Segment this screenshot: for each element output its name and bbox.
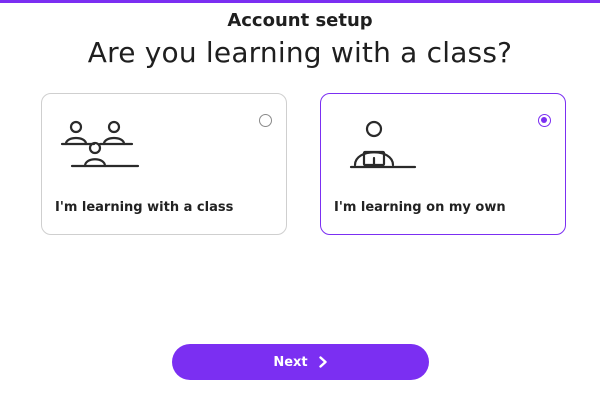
option-card-own[interactable]: I'm learning on my own <box>320 93 566 235</box>
radio-class[interactable] <box>259 114 272 127</box>
option-card-class[interactable]: I'm learning with a class <box>41 93 287 235</box>
top-accent-bar <box>0 0 600 3</box>
class-illustration-icon <box>60 120 140 168</box>
next-button[interactable]: Next <box>172 344 429 380</box>
option-label-own: I'm learning on my own <box>334 200 506 215</box>
next-button-label: Next <box>273 354 308 370</box>
solo-learner-illustration-icon <box>349 120 417 169</box>
page-title: Are you learning with a class? <box>87 36 513 69</box>
account-setup-page: Account setup Are you learning with a cl… <box>0 0 600 400</box>
page-subtitle: Account setup <box>227 10 373 31</box>
radio-own[interactable] <box>538 114 551 127</box>
chevron-right-icon <box>318 356 327 368</box>
option-label-class: I'm learning with a class <box>55 200 234 215</box>
